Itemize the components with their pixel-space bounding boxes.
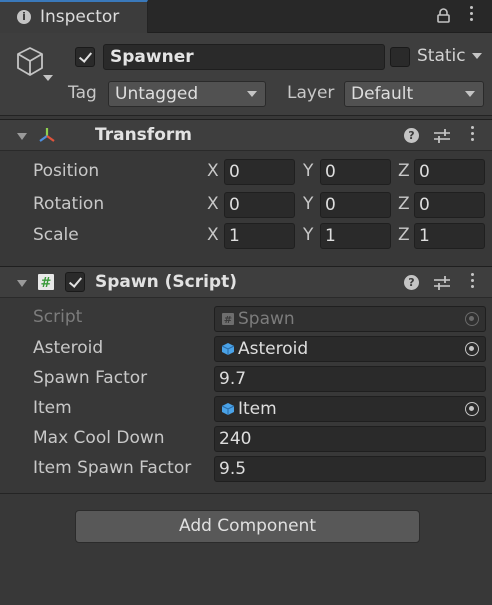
active-toggle[interactable]	[75, 47, 95, 67]
cube-icon[interactable]	[15, 45, 45, 79]
prefab-cube-icon	[221, 403, 235, 415]
axis-z-label[interactable]: Z	[398, 194, 410, 214]
layer-dropdown[interactable]: Default	[344, 81, 484, 107]
transform-axes-icon	[39, 128, 55, 142]
rotation-y-field[interactable]: 0	[320, 192, 391, 218]
max-cool-down-field[interactable]: 240	[214, 426, 486, 452]
position-x-field[interactable]: 0	[224, 159, 295, 185]
foldout-arrow-icon[interactable]	[17, 133, 27, 140]
lock-icon[interactable]	[437, 8, 450, 23]
presets-sliders-icon[interactable]	[433, 275, 451, 291]
axis-z-label[interactable]: Z	[398, 225, 410, 245]
axis-y-label[interactable]: Y	[303, 225, 313, 245]
help-icon[interactable]: ?	[404, 275, 419, 290]
scale-label: Scale	[33, 225, 79, 245]
chevron-down-icon[interactable]	[43, 75, 53, 81]
max-cool-down-label: Max Cool Down	[33, 428, 165, 448]
spawn-factor-label: Spawn Factor	[33, 368, 148, 388]
item-field[interactable]: Item	[214, 396, 486, 422]
item-spawn-factor-label: Item Spawn Factor	[33, 458, 192, 478]
axis-y-label[interactable]: Y	[303, 161, 313, 181]
script-label: Script	[33, 307, 83, 327]
transform-title: Transform	[95, 125, 192, 145]
tag-dropdown[interactable]: Untagged	[108, 81, 266, 107]
rotation-x-field[interactable]: 0	[224, 192, 295, 218]
kebab-menu-icon[interactable]	[467, 126, 477, 146]
axis-z-label[interactable]: Z	[398, 161, 410, 181]
info-icon: i	[17, 10, 31, 24]
asteroid-field[interactable]: Asteroid	[214, 336, 486, 362]
position-label: Position	[33, 161, 100, 181]
rotation-z-field[interactable]: 0	[414, 192, 485, 218]
foldout-arrow-icon[interactable]	[17, 280, 27, 287]
object-picker-icon	[465, 312, 479, 326]
kebab-menu-icon[interactable]	[466, 6, 476, 26]
tag-label: Tag	[68, 83, 97, 103]
scale-y-field[interactable]: 1	[320, 223, 391, 249]
asteroid-value: Asteroid	[238, 339, 309, 359]
item-label: Item	[33, 398, 72, 418]
svg-text:#: #	[41, 276, 52, 291]
presets-sliders-icon[interactable]	[433, 128, 451, 144]
axis-x-label[interactable]: X	[207, 161, 219, 181]
item-value: Item	[238, 399, 277, 419]
divider	[0, 493, 492, 494]
tag-value: Untagged	[115, 84, 199, 104]
transform-header[interactable]: Transform ?	[0, 119, 492, 151]
object-picker-icon[interactable]	[465, 402, 479, 416]
svg-text:#: #	[224, 315, 232, 326]
tab-inspector[interactable]: i Inspector	[0, 0, 148, 33]
prefab-cube-icon	[221, 343, 235, 355]
object-picker-icon[interactable]	[465, 342, 479, 356]
kebab-menu-icon[interactable]	[467, 273, 477, 293]
layer-value: Default	[351, 84, 414, 104]
object-name-field[interactable]: Spawner	[103, 44, 385, 70]
tab-title: Inspector	[40, 7, 120, 27]
chevron-down-icon	[465, 91, 475, 97]
help-icon[interactable]: ?	[404, 128, 419, 143]
csharp-script-icon: #	[222, 313, 234, 326]
spawn-script-title: Spawn (Script)	[95, 272, 237, 292]
axis-y-label[interactable]: Y	[303, 194, 313, 214]
script-field: # Spawn	[214, 306, 486, 332]
axis-x-label[interactable]: X	[207, 225, 219, 245]
script-value: Spawn	[238, 309, 295, 329]
asteroid-label: Asteroid	[33, 338, 104, 358]
layer-label: Layer	[287, 83, 335, 103]
csharp-script-icon: #	[38, 274, 54, 291]
tab-bar: i Inspector	[0, 0, 492, 33]
static-label[interactable]: Static	[417, 46, 466, 66]
add-component-button[interactable]: Add Component	[75, 510, 420, 543]
chevron-down-icon	[247, 91, 257, 97]
position-y-field[interactable]: 0	[320, 159, 391, 185]
item-spawn-factor-field[interactable]: 9.5	[214, 456, 486, 482]
static-dropdown-icon[interactable]	[472, 53, 482, 59]
position-z-field[interactable]: 0	[414, 159, 485, 185]
rotation-label: Rotation	[33, 194, 105, 214]
axis-x-label[interactable]: X	[207, 194, 219, 214]
spawn-factor-field[interactable]: 9.7	[214, 366, 486, 392]
spawn-script-header[interactable]: # Spawn (Script) ?	[0, 266, 492, 298]
scale-x-field[interactable]: 1	[224, 223, 295, 249]
static-toggle[interactable]	[390, 47, 410, 67]
scale-z-field[interactable]: 1	[414, 223, 485, 249]
script-enabled-toggle[interactable]	[65, 272, 85, 292]
gameobject-header: Spawner Static Tag Untagged Layer Defaul…	[0, 33, 492, 116]
